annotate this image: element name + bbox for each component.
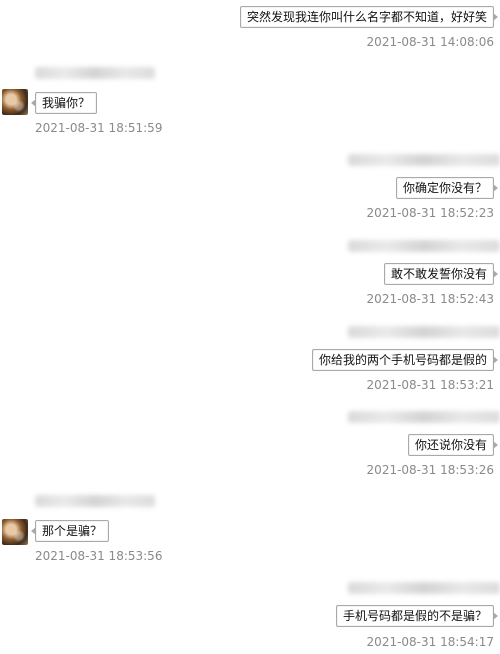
sender-name-blurred xyxy=(348,154,500,166)
sender-name-blurred xyxy=(35,67,155,79)
sender-name-blurred xyxy=(348,326,500,338)
chat-message-right: 突然发现我连你叫什么名字都不知道，好好笑 2021-08-31 14:08:06 xyxy=(0,6,500,66)
message-bubble[interactable]: 敢不敢发誓你没有 xyxy=(383,263,499,285)
chat-message-left: 我骗你？ 2021-08-31 18:51:59 xyxy=(0,65,500,135)
message-timestamp: 2021-08-31 14:08:06 xyxy=(366,35,494,49)
message-bubble[interactable]: 突然发现我连你叫什么名字都不知道，好好笑 xyxy=(239,6,499,28)
sender-name-blurred xyxy=(348,240,500,252)
message-timestamp: 2021-08-31 18:52:43 xyxy=(366,292,494,306)
message-timestamp: 2021-08-31 18:51:59 xyxy=(35,121,163,135)
avatar[interactable] xyxy=(2,519,28,545)
message-timestamp: 2021-08-31 18:52:23 xyxy=(366,206,494,220)
avatar[interactable] xyxy=(2,89,28,115)
message-bubble[interactable]: 你确定你没有？ xyxy=(395,177,499,199)
message-timestamp: 2021-08-31 18:53:26 xyxy=(366,463,494,477)
sender-name-blurred xyxy=(35,495,155,507)
message-timestamp: 2021-08-31 18:53:21 xyxy=(366,378,494,392)
chat-message-right: 手机号码都是假的不是骗？ 2021-08-31 18:54:17 xyxy=(0,578,500,649)
chat-message-right: 你确定你没有？ 2021-08-31 18:52:23 xyxy=(0,150,500,220)
message-timestamp: 2021-08-31 18:54:17 xyxy=(366,635,494,649)
chat-message-right: 敢不敢发誓你没有 2021-08-31 18:52:43 xyxy=(0,236,500,306)
message-bubble[interactable]: 你还说你没有 xyxy=(407,434,499,456)
message-timestamp: 2021-08-31 18:53:56 xyxy=(35,549,163,563)
sender-name-blurred xyxy=(348,411,500,423)
sender-name-blurred xyxy=(348,582,500,594)
chat-message-left: 那个是骗？ 2021-08-31 18:53:56 xyxy=(0,493,500,563)
message-bubble[interactable]: 你给我的两个手机号码都是假的 xyxy=(311,349,499,371)
message-bubble[interactable]: 手机号码都是假的不是骗？ xyxy=(335,605,499,627)
chat-message-right: 你给我的两个手机号码都是假的 2021-08-31 18:53:21 xyxy=(0,322,500,392)
message-bubble[interactable]: 那个是骗？ xyxy=(30,520,110,542)
chat-message-right: 你还说你没有 2021-08-31 18:53:26 xyxy=(0,407,500,477)
message-bubble[interactable]: 我骗你？ xyxy=(30,92,98,114)
